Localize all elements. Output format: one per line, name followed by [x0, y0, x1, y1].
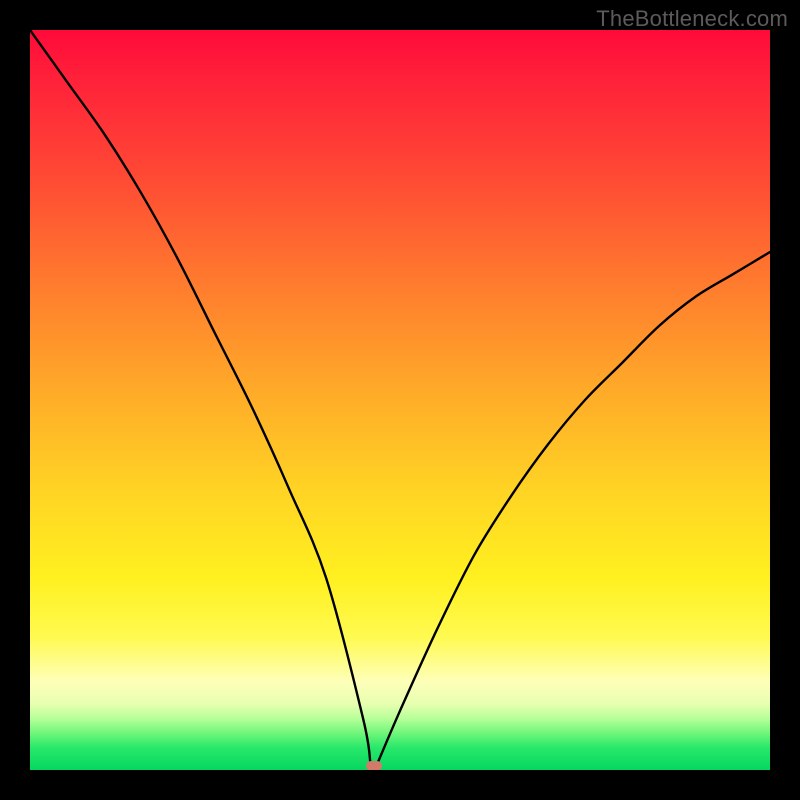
plot-area — [30, 30, 770, 770]
chart-frame: TheBottleneck.com — [0, 0, 800, 800]
watermark-text: TheBottleneck.com — [596, 6, 788, 32]
bottleneck-curve — [30, 30, 770, 770]
minimum-marker — [366, 761, 382, 770]
